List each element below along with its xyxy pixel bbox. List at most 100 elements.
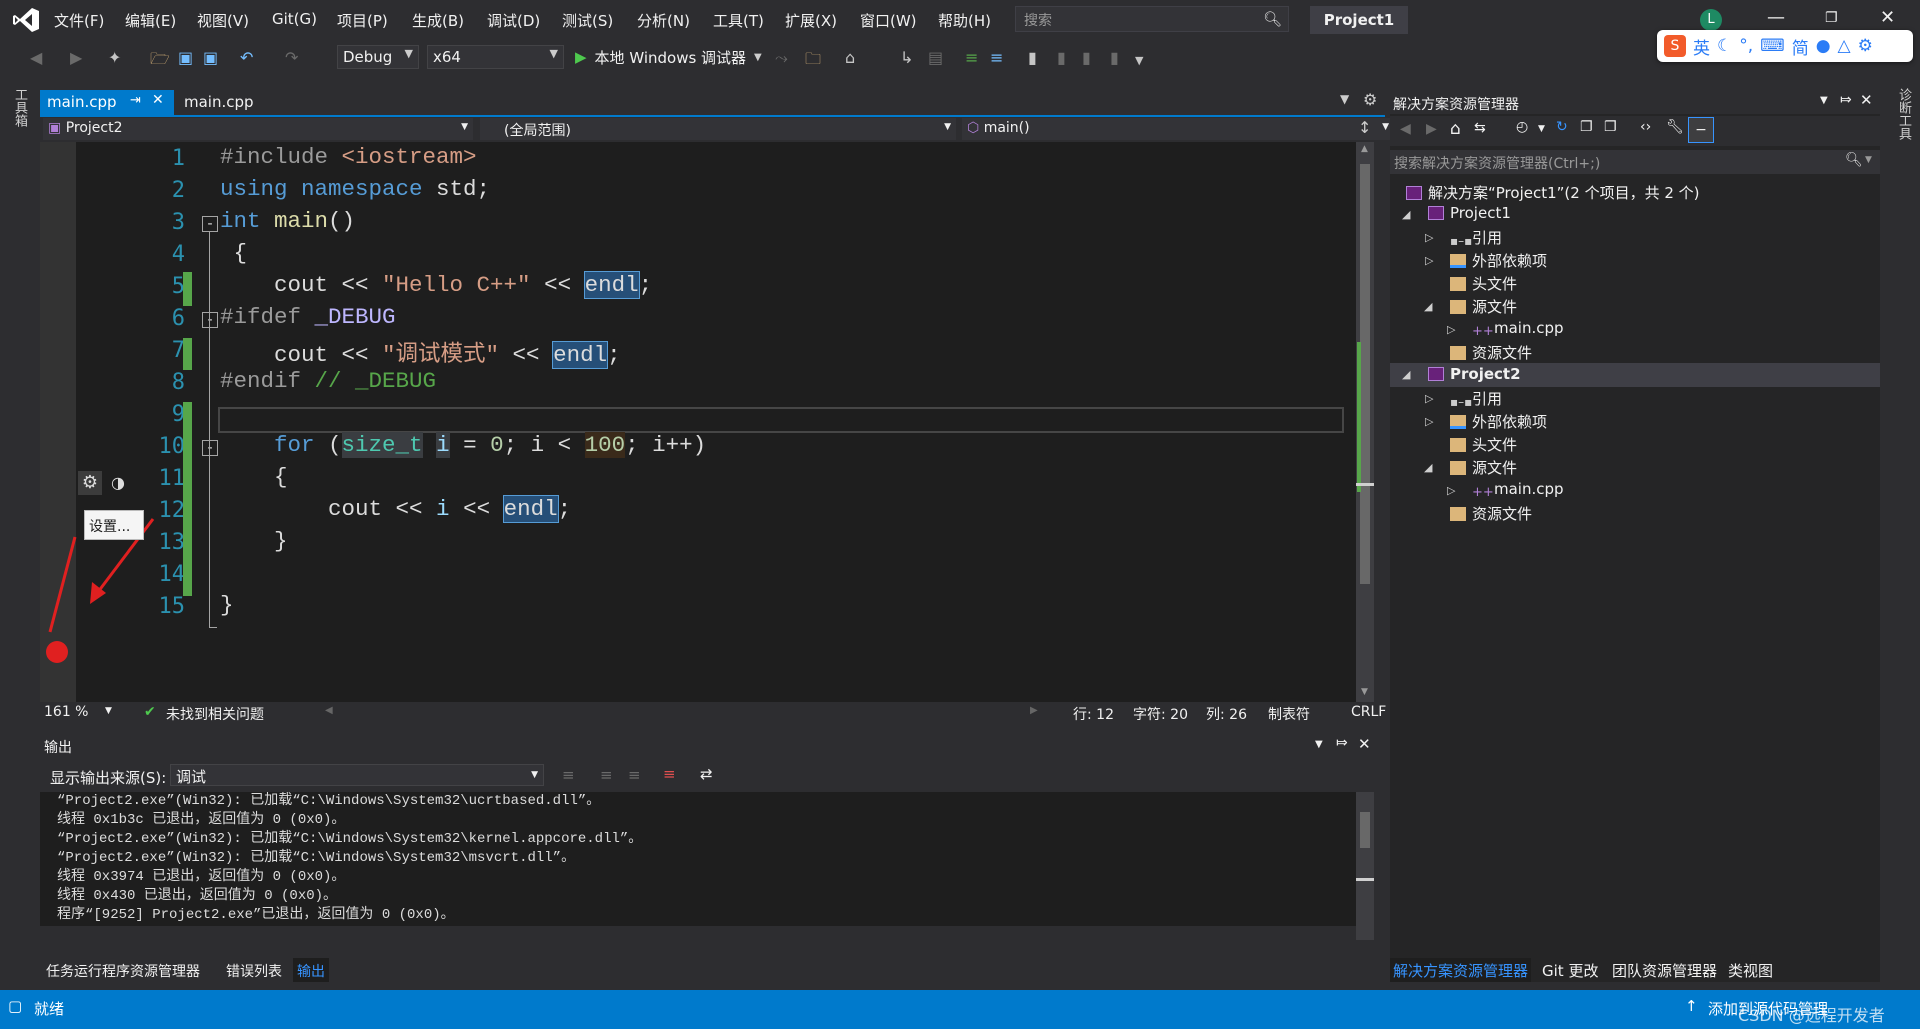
menu-analyze[interactable]: 分析(N) — [637, 10, 690, 31]
home-icon[interactable]: ⌂ — [1450, 119, 1461, 139]
next-message-icon[interactable]: ≡ — [628, 766, 641, 784]
collapsed-arrow-icon[interactable]: ▷ — [1447, 323, 1455, 336]
main-cpp-node[interactable]: ++main.cpp — [1472, 319, 1564, 339]
forward-icon[interactable]: ▶ — [70, 48, 82, 67]
moon-icon[interactable]: ☾ — [1717, 36, 1732, 56]
output-text[interactable]: “Project2.exe”(Win32): 已加载“C:\Windows\Sy… — [40, 792, 1356, 940]
solution-node[interactable]: 解决方案“Project1”(2 个项目，共 2 个) — [1406, 182, 1700, 203]
layout-icon[interactable]: ▤ — [928, 48, 943, 67]
punctuation-icon[interactable]: °, — [1739, 36, 1753, 56]
ime-toolbar[interactable]: S 英 ☾ °, ⌨ 简 ● △ ⚙ — [1657, 30, 1913, 62]
clear-bookmarks-icon[interactable]: ▮ — [1110, 48, 1119, 67]
restore-icon[interactable]: ❐ — [1825, 8, 1838, 28]
header-files-node[interactable]: 头文件 — [1450, 434, 1517, 455]
ime-mode[interactable]: 简 — [1792, 34, 1809, 59]
project-select[interactable]: ▣ Project2 ▼ — [43, 118, 473, 140]
find-message-icon[interactable]: ≡ — [562, 766, 575, 784]
open-folder-icon[interactable]: 🗁︎ — [150, 48, 170, 75]
search-input[interactable]: 搜索 🔍︎ — [1015, 6, 1289, 32]
clear-all-icon[interactable]: ≡ — [663, 765, 676, 783]
step-icon[interactable]: ↳ — [900, 48, 913, 67]
next-bookmark-icon[interactable]: ▮ — [1082, 48, 1091, 67]
collapse-icon[interactable]: - — [202, 216, 218, 232]
diagnostic-tools-tab[interactable]: 诊断工具 — [1894, 88, 1913, 140]
settings-gear-icon[interactable]: ⚙ — [1363, 90, 1377, 109]
avatar[interactable]: L — [1700, 9, 1722, 31]
expanded-arrow-icon[interactable]: ◢ — [1424, 300, 1432, 313]
menu-build[interactable]: 生成(B) — [412, 10, 464, 31]
expanded-arrow-icon[interactable]: ◢ — [1424, 461, 1432, 474]
tab-error-list[interactable]: 错误列表 — [226, 961, 282, 981]
hscroll-right-icon[interactable]: ▶ — [1030, 705, 1038, 716]
split-icon[interactable]: ↕ — [1358, 118, 1371, 137]
toolbox-tab[interactable]: 工具箱 — [10, 88, 29, 127]
history-icon[interactable]: ◴ — [1516, 119, 1528, 135]
output-source-select[interactable]: 调试 ▼ — [170, 764, 544, 786]
close-panel-icon[interactable]: ✕ — [1358, 735, 1371, 753]
menu-extensions[interactable]: 扩展(X) — [785, 10, 837, 31]
expanded-arrow-icon[interactable]: ◢ — [1402, 208, 1410, 221]
menu-git[interactable]: Git(G) — [272, 10, 317, 28]
save-icon[interactable]: ▣ — [178, 48, 193, 67]
source-files-node[interactable]: 源文件 — [1450, 457, 1517, 478]
indent-mode[interactable]: 制表符 — [1268, 704, 1310, 724]
chevron-down-icon[interactable]: ▼ — [1315, 739, 1323, 750]
chevron-down-icon[interactable]: ▼ — [1538, 124, 1545, 134]
user-icon[interactable]: ● — [1816, 36, 1831, 56]
solution-search-input[interactable]: 搜索解决方案资源管理器(Ctrl+;) 🔍︎ ▼ — [1390, 150, 1880, 174]
switch-views-icon[interactable]: ⇆ — [1474, 120, 1486, 136]
pin-icon[interactable]: ⇥ — [130, 93, 141, 108]
settings-icon[interactable]: ⚙ — [1858, 36, 1873, 56]
menu-debug[interactable]: 调试(D) — [487, 10, 540, 31]
issues-status[interactable]: 未找到相关问题 — [166, 704, 264, 724]
save-all-icon[interactable]: ▣ — [203, 48, 218, 67]
collapsed-arrow-icon[interactable]: ▷ — [1425, 392, 1433, 405]
tab-team-explorer[interactable]: 团队资源管理器 — [1612, 960, 1717, 981]
project1-node[interactable]: Project1 — [1428, 204, 1511, 222]
tab-main-cpp[interactable]: main.cpp — [174, 90, 264, 115]
project2-node[interactable]: Project2 — [1428, 365, 1521, 383]
tab-dropdown-icon[interactable]: ▼ — [1340, 92, 1349, 106]
expanded-arrow-icon[interactable]: ◢ — [1402, 368, 1410, 381]
tab-class-view[interactable]: 类视图 — [1728, 960, 1773, 981]
resource-files-node[interactable]: 资源文件 — [1450, 503, 1532, 524]
tab-main-cpp-active[interactable]: main.cpp ⇥ ✕ — [40, 90, 174, 115]
solution-config-select[interactable]: Debug ▼ — [337, 45, 419, 69]
references-node[interactable]: ▪–▪引用 — [1450, 388, 1502, 409]
output-hscrollbar[interactable] — [40, 926, 1356, 940]
code-editor[interactable]: 1 2 3 4 5 6 7 8 9 10 11 12 13 14 15 - - … — [40, 142, 1356, 702]
scope-select[interactable]: (全局范围) ▼ — [480, 118, 956, 140]
close-panel-icon[interactable]: ✕ — [1860, 91, 1873, 109]
collapsed-arrow-icon[interactable]: ▷ — [1447, 484, 1455, 497]
chevron-down-icon[interactable]: ▼ — [1820, 95, 1828, 106]
uncomment-icon[interactable]: ≡ — [990, 48, 1003, 67]
bookmark-icon[interactable]: ▮ — [1028, 48, 1037, 67]
start-debugging-button[interactable]: ▶ 本地 Windows 调试器 ▼ — [575, 46, 762, 68]
show-all-files-icon[interactable]: ❐ — [1604, 119, 1617, 135]
menu-tools[interactable]: 工具(T) — [713, 10, 764, 31]
collapse-icon[interactable]: - — [202, 440, 218, 456]
toolbar-overflow-icon[interactable]: ▼ — [1135, 54, 1143, 67]
hscroll-left-icon[interactable]: ◀ — [325, 705, 333, 716]
collapsed-arrow-icon[interactable]: ▷ — [1425, 231, 1433, 244]
menu-file[interactable]: 文件(F) — [54, 10, 104, 31]
back-icon[interactable]: ◀ — [1400, 121, 1411, 137]
pin-icon[interactable]: ⤇ — [1336, 735, 1348, 751]
member-select[interactable]: ⬡ main() ▼ — [962, 118, 1394, 140]
home-icon[interactable]: ⌂ — [845, 48, 855, 67]
scroll-thumb[interactable] — [1360, 164, 1370, 584]
view-code-icon[interactable]: ‹› — [1640, 119, 1651, 135]
collapse-icon[interactable]: - — [202, 312, 218, 328]
references-node[interactable]: ▪–▪引用 — [1450, 227, 1502, 248]
header-files-node[interactable]: 头文件 — [1450, 273, 1517, 294]
menu-test[interactable]: 测试(S) — [562, 10, 613, 31]
scroll-up-icon[interactable]: ▲ — [1361, 144, 1368, 154]
preview-icon[interactable]: − — [1688, 117, 1714, 143]
sync-icon[interactable]: ↻ — [1556, 119, 1568, 135]
line-ending[interactable]: CRLF — [1351, 704, 1386, 720]
external-deps-node[interactable]: 外部依赖项 — [1450, 250, 1547, 271]
resource-files-node[interactable]: 资源文件 — [1450, 342, 1532, 363]
prev-message-icon[interactable]: ≡ — [600, 766, 613, 784]
source-files-node[interactable]: 源文件 — [1450, 296, 1517, 317]
find-in-files-icon[interactable]: 🗀︎ — [805, 48, 821, 75]
